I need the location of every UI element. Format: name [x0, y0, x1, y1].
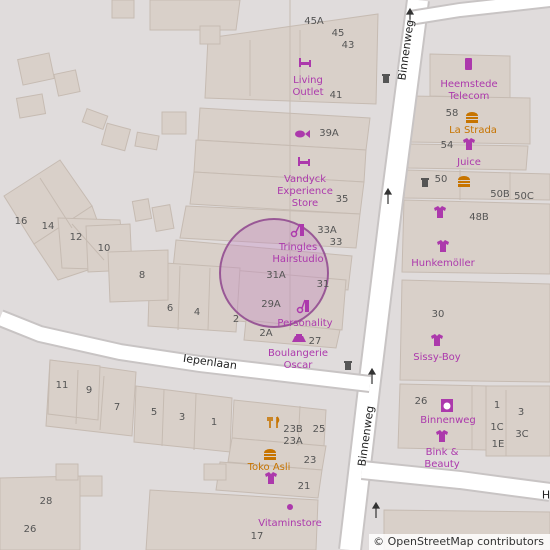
washing-machine-icon [441, 399, 453, 412]
burger-icon [458, 176, 470, 187]
poi-label-bink-beauty[interactable]: Bink & Beauty [424, 447, 459, 471]
shirt-icon [463, 138, 475, 150]
shirt-icon [434, 206, 446, 218]
poi-label-heemstede-telecom[interactable]: Heemstede Telecom [440, 79, 497, 103]
poi-label-boulangerie[interactable]: Boulangerie Oscar [268, 348, 328, 372]
shirt-icon [431, 334, 443, 346]
shirt-icon [437, 240, 449, 252]
mobile-phone-icon [465, 58, 472, 70]
bed-icon [298, 157, 310, 166]
shirt-icon [436, 430, 448, 442]
map[interactable]: Binnenweg Binnenweg Iepenlaan H 45A 45 4… [0, 0, 550, 550]
waste-basket-icon [421, 178, 429, 187]
poi-label-hunkemoller[interactable]: Hunkemöller [411, 258, 474, 270]
poi-label-binnenweg-shop[interactable]: Binnenweg [420, 415, 475, 427]
burger-icon [466, 112, 478, 123]
poi-label-tringles[interactable]: Tringles Hairstudio [272, 242, 323, 266]
poi-label-living-outlet[interactable]: Living Outlet [293, 75, 324, 99]
scissors-comb-icon [290, 223, 304, 238]
copyright-symbol: © [373, 535, 385, 548]
poi-label-toko-asli[interactable]: Toko Asli [248, 462, 291, 474]
poi-label-sissy-boy[interactable]: Sissy-Boy [413, 352, 460, 364]
burger-icon [264, 449, 276, 460]
poi-label-personality[interactable]: Personality [277, 318, 332, 330]
poi-label-juice[interactable]: Juice [457, 157, 481, 169]
shop-dot-icon [287, 504, 293, 510]
fork-knife-icon [267, 416, 280, 428]
poi-label-la-strada[interactable]: La Strada [449, 125, 497, 137]
waste-basket-icon [382, 74, 390, 83]
poi-label-vitaminstore[interactable]: Vitaminstore [258, 518, 322, 530]
map-attribution: © OpenStreetMap contributors [369, 534, 550, 550]
waste-basket-icon [344, 361, 352, 370]
poi-label-vandyck[interactable]: Vandyck Experience Store [277, 174, 333, 210]
bakery-icon [292, 334, 306, 342]
openstreetmap-contributors-link[interactable]: OpenStreetMap contributors [388, 535, 544, 548]
fish-icon [295, 130, 310, 138]
scissors-comb-icon [296, 299, 309, 314]
bed-icon [299, 58, 311, 67]
